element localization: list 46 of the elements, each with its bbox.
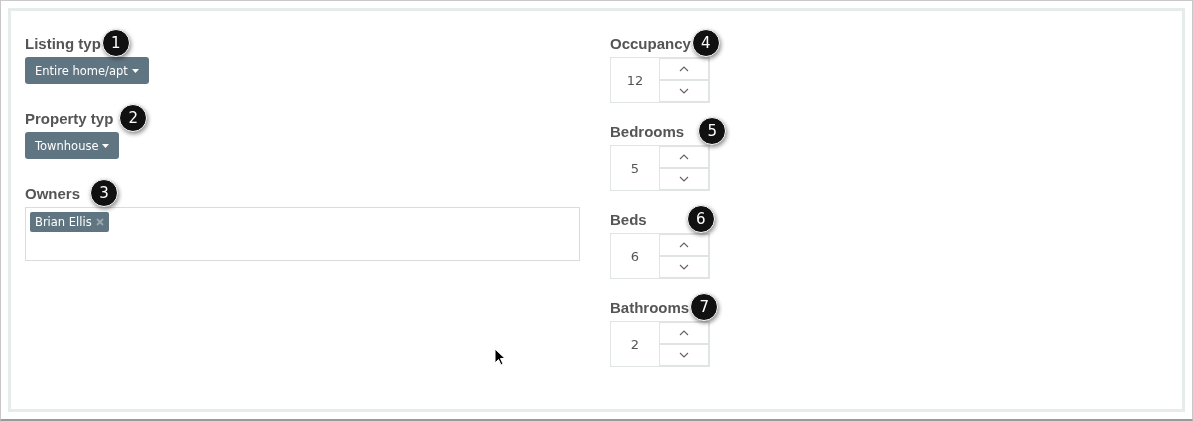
decrement-button[interactable] [659,80,709,102]
increment-button[interactable] [659,322,709,344]
step-badge: 4 [691,29,720,57]
increment-button[interactable] [659,234,709,256]
number-value: 2 [629,335,641,354]
close-icon[interactable] [95,218,104,226]
number-field[interactable]: 2 [610,321,710,367]
decrement-button[interactable] [659,256,709,278]
owners-field[interactable]: Brian Ellis [25,207,580,261]
field-label: Bathrooms [610,298,690,316]
increment-button[interactable] [659,146,709,168]
dropdown-button[interactable]: Entire home/apt [25,57,149,84]
field-label: Property typ [25,109,114,127]
chevron-down-icon [679,88,689,94]
increment-button[interactable] [659,58,709,80]
mouse-pointer-icon [494,348,506,366]
field-label: Listing typ [25,34,101,52]
chevron-up-icon [679,154,689,160]
dropdown-button[interactable]: Townhouse [25,132,120,159]
number-value: 5 [629,159,641,178]
step-badge: 1 [101,29,130,57]
number-field[interactable]: 6 [610,233,710,279]
chevron-down-icon [679,352,689,358]
number-value: 6 [629,247,641,266]
decrement-button[interactable] [659,344,709,366]
step-badge: 5 [698,117,727,145]
chevron-down-icon [679,176,689,182]
number-value: 12 [625,71,645,90]
step-badge: 2 [119,104,148,132]
step-badge: 7 [690,293,719,321]
number-field[interactable]: 12 [610,57,710,103]
caret-icon [102,143,110,148]
chevron-up-icon [679,242,689,248]
field-label: Bedrooms [610,122,685,140]
field-label: Beds [610,210,647,228]
chevron-up-icon [679,330,689,336]
number-field[interactable]: 5 [610,145,710,191]
field-label: Owners [25,184,81,202]
caret-icon [131,68,139,73]
owner-tag: Brian Ellis [30,212,109,232]
step-badge: 3 [90,179,119,207]
decrement-button[interactable] [659,168,709,190]
chevron-up-icon [679,66,689,72]
field-label: Occupancy [610,34,691,52]
step-badge: 6 [686,205,715,233]
chevron-down-icon [679,264,689,270]
